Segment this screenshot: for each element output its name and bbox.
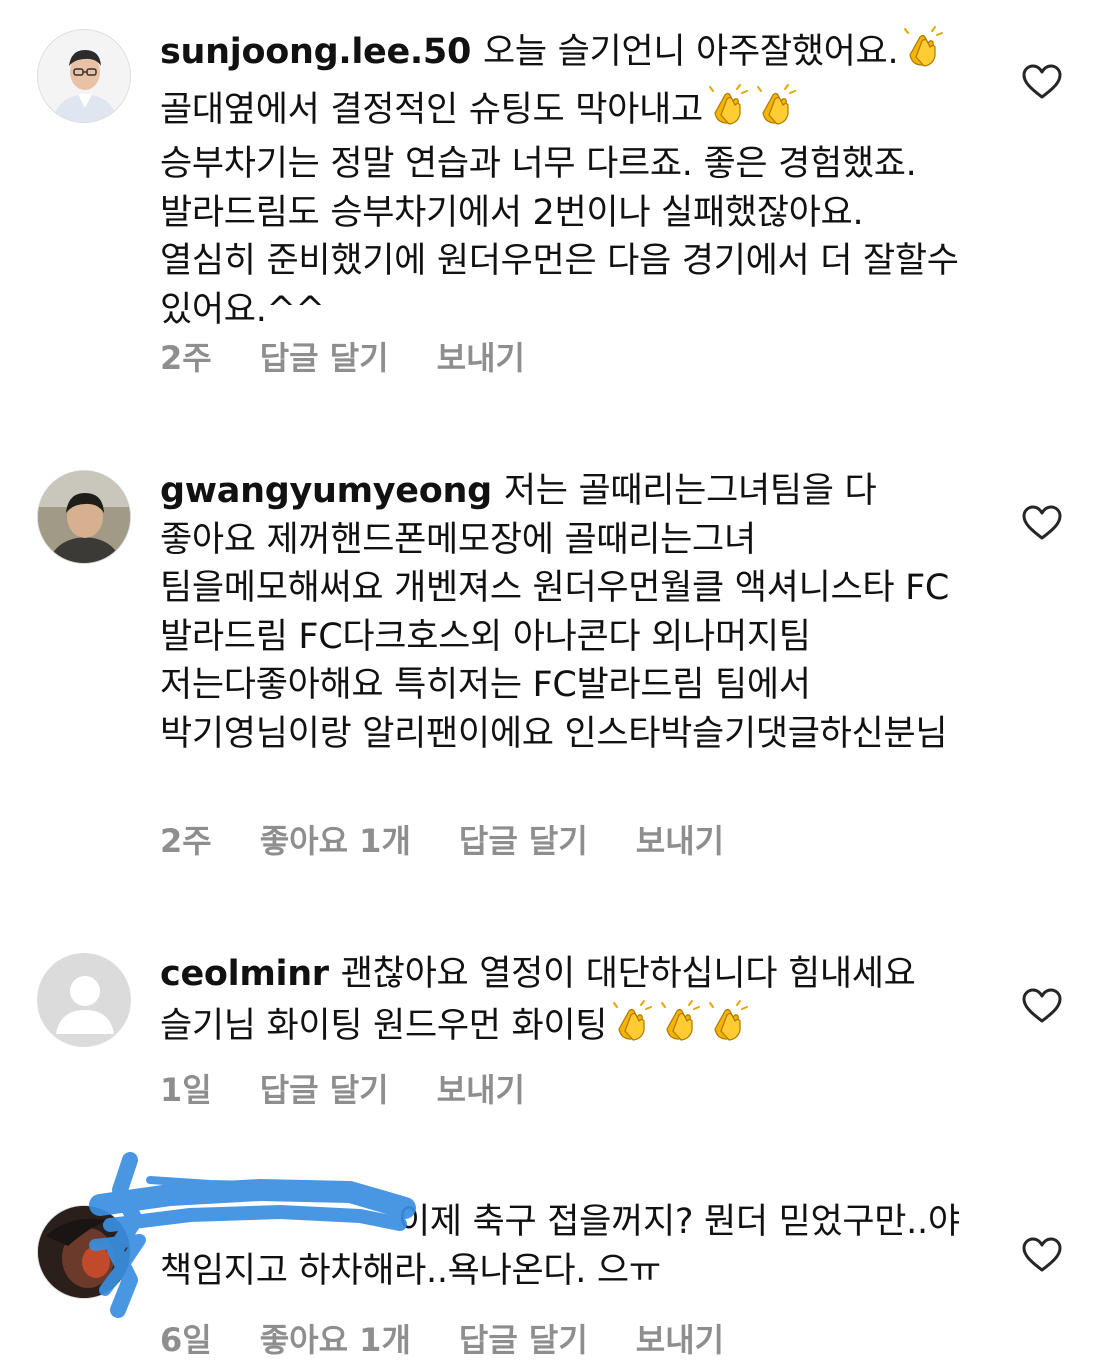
clapping-hands-icon bbox=[609, 999, 653, 1057]
man-portrait-image bbox=[38, 30, 130, 122]
comment-text: 오늘 슬기언니 아주잘했어요. bbox=[483, 32, 899, 72]
timestamp[interactable]: 2주 bbox=[160, 338, 212, 378]
clapping-hands-icon bbox=[657, 999, 701, 1057]
comment-body: sunjoong.lee.50 오늘 슬기언니 아주잘했어요. 골대옆에서 결정적… bbox=[160, 25, 960, 334]
like-button[interactable] bbox=[1022, 64, 1062, 100]
clapping-hands-shape bbox=[904, 26, 944, 67]
send-button[interactable]: 보내기 bbox=[437, 1070, 525, 1110]
avatar[interactable] bbox=[37, 1205, 131, 1299]
heart-outline-icon bbox=[1022, 1237, 1062, 1272]
username[interactable]: sunjoong.lee.50 bbox=[160, 32, 471, 72]
username[interactable]: ceolminr bbox=[160, 954, 329, 994]
clapping-hands-shape bbox=[613, 999, 653, 1041]
person-photo-image bbox=[38, 471, 130, 563]
send-button[interactable]: 보내기 bbox=[636, 821, 724, 861]
comment-body: ceolminr 괜찮아요 열정이 대단하십니다 힘내세요 슬기님 화이팅 원드우… bbox=[160, 950, 960, 1056]
send-button[interactable]: 보내기 bbox=[437, 338, 525, 378]
send-button[interactable]: 보내기 bbox=[636, 1320, 724, 1360]
clapping-hands-shape bbox=[708, 83, 748, 125]
clapping-hands-icon bbox=[705, 83, 749, 141]
clapping-hands-shape bbox=[661, 999, 701, 1041]
heart-outline-icon bbox=[1022, 505, 1062, 540]
likes-count[interactable]: 좋아요 1개 bbox=[260, 821, 411, 861]
heart-outline-icon bbox=[1022, 64, 1062, 99]
like-button[interactable] bbox=[1022, 1237, 1062, 1273]
default-avatar-icon bbox=[38, 954, 130, 1046]
comment-text: 골대옆에서 결정적인 슈팅도 막아내고 bbox=[160, 89, 703, 130]
avatar[interactable] bbox=[37, 470, 131, 564]
likes-count[interactable]: 좋아요 1개 bbox=[260, 1320, 411, 1360]
like-button[interactable] bbox=[1022, 988, 1062, 1024]
comment-body: 이제 축구 접을꺼지? 뭔더 믿었구만..야 책임지고 하차해라..욕나온다. … bbox=[160, 1198, 960, 1295]
comment-body: gwangyumyeong 저는 골때리는그녀팀을 다 좋아요 제꺼핸드폰메모장에… bbox=[160, 467, 960, 758]
avatar[interactable] bbox=[37, 29, 131, 123]
comment-text: 승부차기는 정말 연습과 너무 다르죠. 좋은 경험했죠. 발라드림도 승부차기… bbox=[160, 144, 959, 330]
username[interactable]: gwangyumyeong bbox=[160, 471, 492, 511]
reply-button[interactable]: 답글 달기 bbox=[260, 1070, 389, 1110]
comment-meta: 2주 좋아요 1개 답글 달기 보내기 bbox=[160, 821, 724, 861]
avatar[interactable] bbox=[37, 953, 131, 1047]
comment-meta: 1일 답글 달기 보내기 bbox=[160, 1070, 525, 1110]
person-photo-image bbox=[38, 1206, 130, 1298]
reply-button[interactable]: 답글 달기 bbox=[459, 821, 588, 861]
reply-button[interactable]: 답글 달기 bbox=[260, 338, 389, 378]
heart-outline-icon bbox=[1022, 988, 1062, 1023]
clapping-hands-icon bbox=[705, 999, 749, 1057]
clapping-hands-icon bbox=[900, 25, 944, 83]
timestamp[interactable]: 2주 bbox=[160, 821, 212, 861]
reply-button[interactable]: 답글 달기 bbox=[459, 1320, 588, 1360]
comment-text: 저는 골때리는그녀팀을 다 좋아요 제꺼핸드폰메모장에 골때리는그녀 팀을메모해… bbox=[160, 471, 950, 754]
clapping-hands-shape bbox=[756, 83, 796, 125]
clapping-hands-shape bbox=[709, 999, 749, 1041]
comment-item: sunjoong.lee.50 오늘 슬기언니 아주잘했어요. 골대옆에서 결정적… bbox=[0, 0, 1103, 400]
comment-meta: 2주 답글 달기 보내기 bbox=[160, 338, 525, 378]
comment-meta: 6일 좋아요 1개 답글 달기 보내기 bbox=[160, 1320, 724, 1360]
timestamp[interactable]: 1일 bbox=[160, 1070, 212, 1110]
comment-text: 이제 축구 접을꺼지? 뭔더 믿었구만..야 책임지고 하차해라..욕나온다. … bbox=[160, 1202, 960, 1291]
like-button[interactable] bbox=[1022, 505, 1062, 541]
timestamp[interactable]: 6일 bbox=[160, 1320, 212, 1360]
clapping-hands-icon bbox=[753, 83, 797, 141]
